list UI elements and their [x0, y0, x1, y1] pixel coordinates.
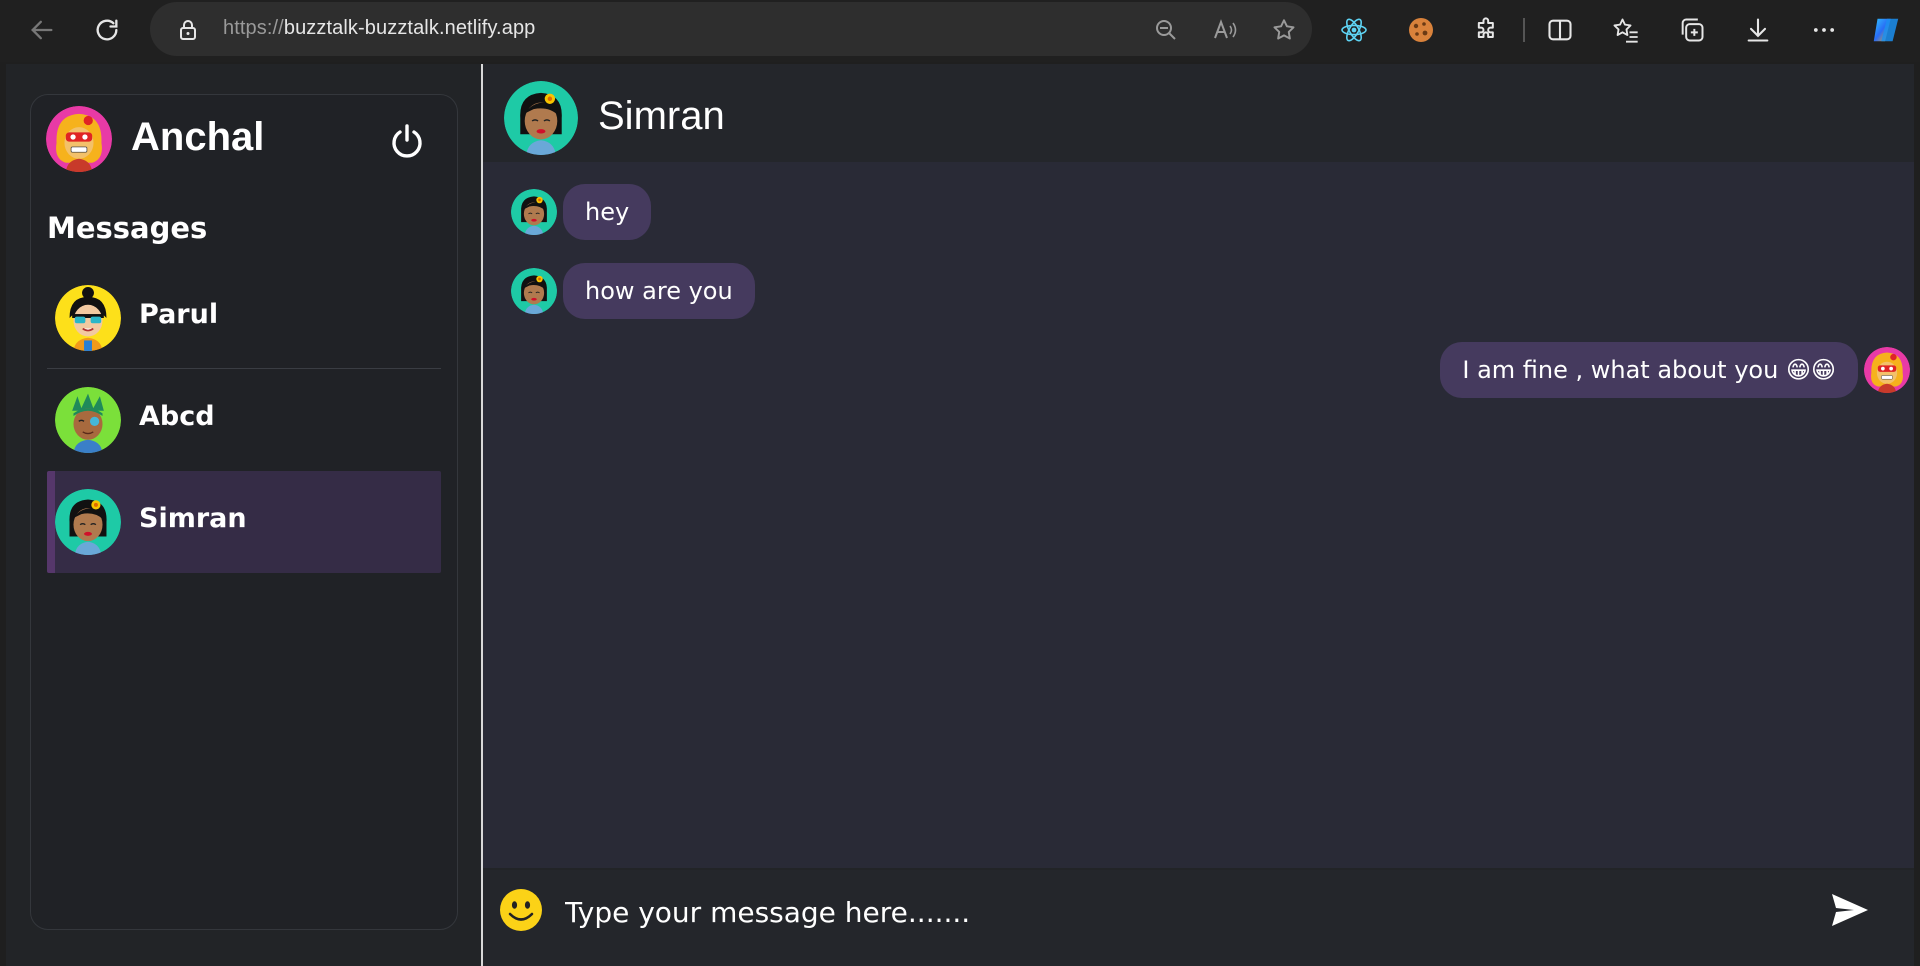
message-composer	[483, 870, 1914, 966]
react-devtools-extension[interactable]	[1338, 14, 1370, 46]
contact-item-abcd[interactable]: Abcd	[47, 369, 441, 471]
downloads-button[interactable]	[1742, 14, 1774, 46]
avatar	[55, 285, 121, 351]
logout-button[interactable]	[387, 121, 427, 161]
react-icon	[1341, 18, 1367, 42]
browser-toolbar: https://buzztalk-buzztalk.netlify.app	[0, 0, 1920, 62]
url-text: https://buzztalk-buzztalk.netlify.app	[223, 17, 536, 39]
zoom-out-button[interactable]	[1152, 16, 1180, 44]
avatar	[55, 387, 121, 453]
lock-icon	[180, 20, 196, 40]
puzzle-icon	[1477, 17, 1494, 38]
chat-app: Anchal Messages Parul Abcd Simran Simran…	[6, 64, 1914, 966]
more-button[interactable]	[1808, 14, 1840, 46]
more-dots-icon	[1813, 28, 1835, 32]
download-icon	[1747, 18, 1769, 42]
address-bar[interactable]: https://buzztalk-buzztalk.netlify.app	[150, 2, 1312, 56]
star-icon	[1273, 19, 1295, 40]
chat-partner-avatar	[504, 81, 578, 155]
sidebar: Anchal Messages Parul Abcd Simran	[30, 94, 458, 930]
refresh-button[interactable]	[89, 12, 125, 48]
sender-avatar	[1864, 347, 1910, 393]
favorites-list-icon	[1613, 18, 1638, 43]
chat-header: Simran	[483, 64, 1914, 162]
power-icon	[392, 124, 422, 158]
cookie-extension[interactable]	[1405, 14, 1437, 46]
sender-avatar	[511, 189, 557, 235]
message-item: I am fine , what about you 😁😁	[1440, 342, 1910, 398]
message-list: hey how are you I am fine , what about y…	[483, 162, 1914, 868]
sender-avatar	[511, 268, 557, 314]
current-user-avatar	[46, 106, 112, 172]
split-screen-icon	[1548, 19, 1572, 41]
smiley-icon	[500, 889, 542, 931]
emoji-button[interactable]	[499, 888, 543, 932]
extensions-button[interactable]	[1471, 14, 1503, 46]
favorite-button[interactable]	[1270, 16, 1298, 44]
split-screen-button[interactable]	[1544, 14, 1576, 46]
contact-name: Abcd	[139, 401, 215, 432]
contact-name: Simran	[139, 503, 247, 534]
refresh-icon	[96, 19, 118, 41]
back-arrow-icon	[31, 20, 53, 40]
contact-item-parul[interactable]: Parul	[47, 267, 441, 369]
message-bubble: hey	[563, 184, 652, 240]
message-bubble: how are you	[563, 263, 755, 319]
cookie-icon	[1409, 18, 1433, 42]
current-user-name: Anchal	[131, 115, 265, 159]
contact-item-simran[interactable]: Simran	[47, 471, 441, 573]
message-item: hey	[511, 184, 652, 240]
messages-heading: Messages	[47, 211, 208, 245]
favorites-button[interactable]	[1610, 14, 1642, 46]
collections-button[interactable]	[1676, 14, 1708, 46]
message-input[interactable]	[565, 890, 1765, 934]
read-aloud-icon	[1214, 19, 1237, 39]
send-icon	[1832, 894, 1868, 926]
toolbar-divider	[1523, 18, 1525, 42]
send-button[interactable]	[1830, 892, 1874, 936]
collections-icon	[1681, 18, 1704, 42]
read-aloud-button[interactable]	[1211, 16, 1239, 44]
contact-name: Parul	[139, 299, 219, 330]
avatar	[55, 489, 121, 555]
chat-partner-name: Simran	[598, 94, 725, 138]
copilot-button[interactable]	[1870, 14, 1902, 46]
back-button[interactable]	[24, 12, 60, 48]
message-item: how are you	[511, 263, 755, 319]
copilot-icon	[1873, 18, 1899, 42]
zoom-out-icon	[1156, 20, 1176, 40]
message-bubble: I am fine , what about you 😁😁	[1440, 342, 1858, 398]
